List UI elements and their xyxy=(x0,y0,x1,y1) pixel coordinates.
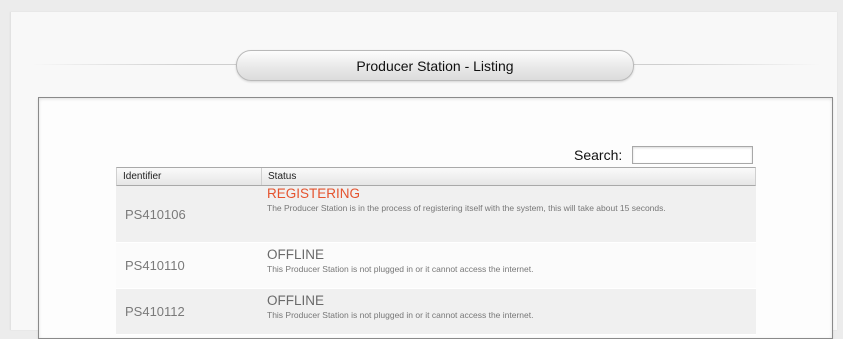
status-badge: OFFLINE xyxy=(267,293,325,308)
status-cell: REGISTERING The Producer Station is in t… xyxy=(261,186,756,242)
search-label: Search: xyxy=(574,147,623,163)
status-description: This Producer Station is not plugged in … xyxy=(267,310,534,320)
app-window: Producer Station - Listing Search: Ident… xyxy=(10,12,837,339)
station-identifier: PS410112 xyxy=(125,304,185,319)
table-row[interactable]: PS410112 OFFLINE This Producer Station i… xyxy=(116,289,756,335)
status-cell: OFFLINE This Producer Station is not plu… xyxy=(261,243,756,288)
page-title: Producer Station - Listing xyxy=(236,50,634,81)
station-identifier: PS410106 xyxy=(125,206,186,222)
table-row[interactable]: PS410110 OFFLINE This Producer Station i… xyxy=(116,243,756,289)
status-badge: OFFLINE xyxy=(267,247,325,262)
stations-table: Identifier Status PS410106 REGISTERING T… xyxy=(116,167,756,335)
search-input[interactable] xyxy=(632,146,753,164)
column-header-status[interactable]: Status xyxy=(262,168,755,185)
table-header: Identifier Status xyxy=(116,167,756,186)
station-identifier: PS410110 xyxy=(125,258,185,273)
status-description: This Producer Station is not plugged in … xyxy=(267,264,534,274)
status-badge: REGISTERING xyxy=(267,186,361,201)
status-description: The Producer Station is in the process o… xyxy=(267,203,666,213)
table-row[interactable]: PS410106 REGISTERING The Producer Statio… xyxy=(116,186,756,243)
listing-panel: Search: Identifier Status PS410106 REGIS… xyxy=(38,97,833,339)
column-header-identifier[interactable]: Identifier xyxy=(117,168,262,185)
status-cell: OFFLINE This Producer Station is not plu… xyxy=(261,289,756,334)
